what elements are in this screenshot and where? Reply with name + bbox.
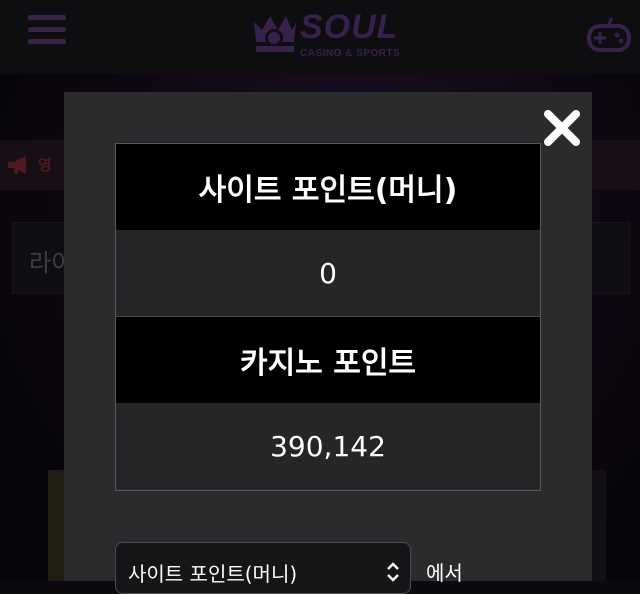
casino-point-value: 390,142 [116, 403, 540, 489]
casino-point-label: 카지노 포인트 [116, 317, 540, 403]
select-value: 사이트 포인트(머니) [128, 562, 298, 586]
site-point-value: 0 [116, 230, 540, 317]
from-label: 에서 [426, 561, 463, 585]
point-table: 사이트 포인트(머니) 0 카지노 포인트 390,142 [115, 143, 541, 491]
point-source-select[interactable]: 사이트 포인트(머니) [115, 542, 411, 594]
point-conversion-modal: 사이트 포인트(머니) 0 카지노 포인트 390,142 사이트 포인트(머니… [64, 92, 592, 594]
chevron-updown-icon [387, 562, 399, 582]
site-point-label: 사이트 포인트(머니) [116, 144, 540, 230]
close-icon[interactable] [542, 108, 582, 148]
